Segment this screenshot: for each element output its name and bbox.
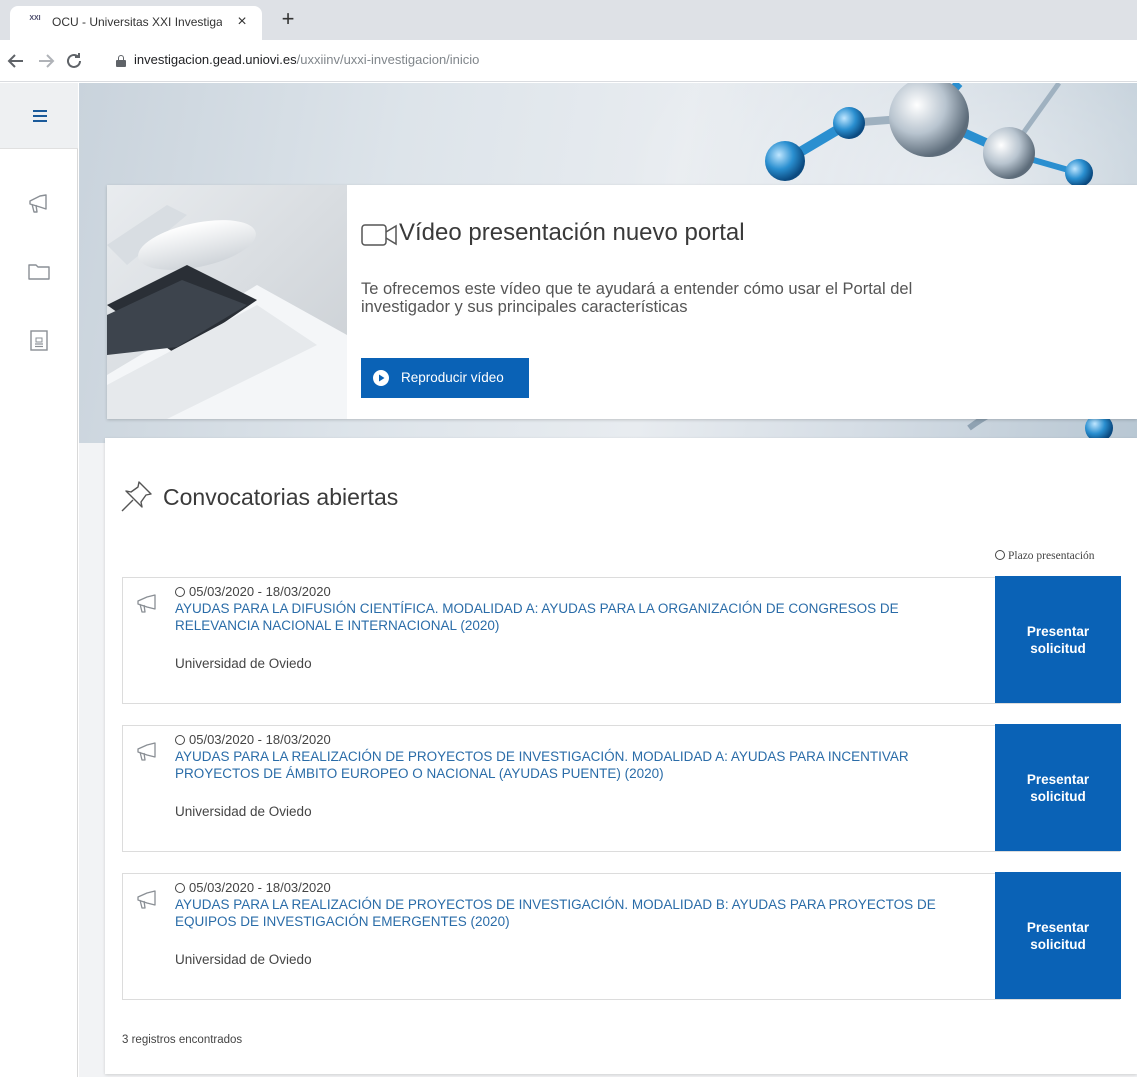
- main-content: Vídeo presentación nuevo portal Te ofrec…: [79, 83, 1137, 1077]
- presentar-solicitud-button[interactable]: Presentar solicitud: [995, 576, 1121, 703]
- document-icon[interactable]: [26, 327, 52, 353]
- convocatoria-title-link[interactable]: AYUDAS PARA LA REALIZACIÓN DE PROYECTOS …: [175, 896, 975, 930]
- clock-icon: [995, 550, 1005, 560]
- convocatorias-title: Convocatorias abiertas: [163, 484, 399, 510]
- convocatoria-row: 05/03/2020 - 18/03/2020 AYUDAS PARA LA R…: [122, 724, 1121, 852]
- megaphone-icon[interactable]: [26, 191, 52, 217]
- browser-tab[interactable]: XXI OCU - Universitas XXI Investigac ×: [10, 6, 262, 40]
- browser-tabstrip: XXI OCU - Universitas XXI Investigac × +: [0, 0, 1137, 40]
- video-presentation-card: Vídeo presentación nuevo portal Te ofrec…: [107, 185, 1137, 419]
- megaphone-icon: [137, 594, 156, 613]
- forward-arrow-icon[interactable]: [34, 49, 58, 73]
- convocatoria-organization: Universidad de Oviedo: [175, 656, 312, 671]
- play-video-label: Reproducir vídeo: [401, 370, 504, 385]
- tablet-mouse-image: [107, 185, 347, 419]
- pushpin-icon: [121, 481, 152, 512]
- clock-icon: [175, 735, 185, 745]
- play-video-button[interactable]: Reproducir vídeo: [361, 358, 529, 398]
- play-icon: [373, 370, 389, 386]
- video-description: Te ofrecemos este vídeo que te ayudará a…: [361, 280, 913, 316]
- convocatorias-card: Convocatorias abiertas Plazo presentació…: [105, 438, 1137, 1074]
- convocatoria-organization: Universidad de Oviedo: [175, 952, 312, 967]
- clock-icon: [175, 883, 185, 893]
- tab-title: OCU - Universitas XXI Investigac: [52, 15, 222, 29]
- url-host: investigacion.gead.uniovi.es: [134, 52, 297, 67]
- sidebar: [0, 83, 78, 1077]
- hamburger-menu-icon[interactable]: [0, 83, 78, 149]
- hero-banner: Vídeo presentación nuevo portal Te ofrec…: [79, 83, 1137, 443]
- plazo-presentacion-header: Plazo presentación: [995, 550, 1095, 562]
- back-arrow-icon[interactable]: [4, 49, 28, 73]
- megaphone-icon: [137, 890, 156, 909]
- new-tab-icon[interactable]: +: [276, 8, 300, 32]
- convocatoria-title-link[interactable]: AYUDAS PARA LA REALIZACIÓN DE PROYECTOS …: [175, 748, 975, 782]
- plazo-label: Plazo presentación: [1008, 550, 1095, 562]
- convocatoria-row: 05/03/2020 - 18/03/2020 AYUDAS PARA LA D…: [122, 576, 1121, 704]
- megaphone-icon: [137, 742, 156, 761]
- presentar-solicitud-button[interactable]: Presentar solicitud: [995, 872, 1121, 999]
- favicon-icon: XXI: [29, 15, 41, 22]
- clock-icon: [175, 587, 185, 597]
- convocatoria-title-link[interactable]: AYUDAS PARA LA DIFUSIÓN CIENTÍFICA. MODA…: [175, 600, 975, 634]
- presentar-solicitud-button[interactable]: Presentar solicitud: [995, 724, 1121, 851]
- browser-toolbar: investigacion.gead.uniovi.es/uxxiinv/uxx…: [0, 40, 1137, 82]
- tab-close-icon[interactable]: ×: [232, 12, 252, 32]
- folder-icon[interactable]: [26, 258, 52, 284]
- records-count: 3 registros encontrados: [122, 1034, 243, 1046]
- address-bar[interactable]: investigacion.gead.uniovi.es/uxxiinv/uxx…: [134, 52, 479, 67]
- url-path: /uxxiinv/uxxi-investigacion/inicio: [296, 52, 480, 67]
- reload-icon[interactable]: [62, 49, 86, 73]
- convocatoria-organization: Universidad de Oviedo: [175, 804, 312, 819]
- convocatoria-row: 05/03/2020 - 18/03/2020 AYUDAS PARA LA R…: [122, 872, 1121, 1000]
- convocatoria-date: 05/03/2020 - 18/03/2020: [175, 584, 331, 599]
- convocatoria-date: 05/03/2020 - 18/03/2020: [175, 732, 331, 747]
- convocatoria-date: 05/03/2020 - 18/03/2020: [175, 880, 331, 895]
- lock-icon[interactable]: [116, 55, 126, 67]
- video-camera-icon: [361, 224, 397, 246]
- video-title: Vídeo presentación nuevo portal: [399, 219, 745, 246]
